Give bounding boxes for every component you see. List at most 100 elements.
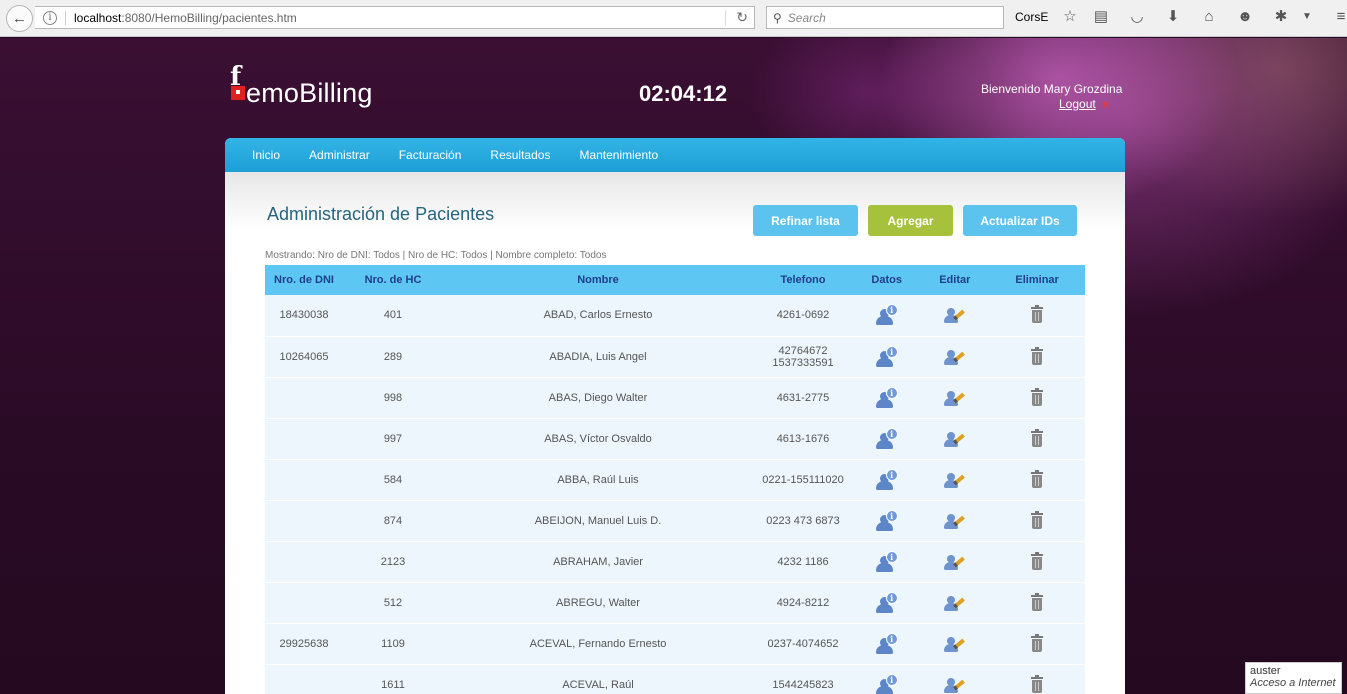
cell-phone: 0221-155111020: [762, 473, 844, 486]
edit-patient-icon[interactable]: [943, 551, 967, 573]
cell-dni: [265, 418, 343, 459]
browser-search-input[interactable]: [787, 10, 988, 25]
logout-link[interactable]: Logout: [1059, 97, 1096, 111]
info-icon[interactable]: i: [43, 10, 57, 25]
patient-info-icon[interactable]: i: [875, 591, 899, 614]
cell-delete: [989, 336, 1085, 377]
cell-name: ABEIJON, Manuel Luis D.: [534, 514, 662, 527]
cell-data: i: [853, 664, 920, 694]
cell-phone: 4631-2775: [776, 391, 830, 404]
cell-data: i: [853, 377, 920, 418]
trash-icon[interactable]: [1025, 346, 1049, 368]
menu-item-facturacion[interactable]: Facturación: [389, 138, 481, 172]
patient-info-icon[interactable]: i: [875, 304, 899, 326]
logo-text: emoBilling: [246, 78, 373, 108]
cell-data: i: [853, 295, 920, 336]
menu-icon[interactable]: ≡: [1332, 8, 1347, 26]
main-container: Inicio Administrar Facturación Resultado…: [225, 138, 1125, 694]
cell-dni: 18430038: [279, 309, 329, 322]
cell-hc: 512: [383, 596, 403, 609]
add-patient-button[interactable]: Agregar: [868, 205, 953, 236]
menu-item-administrar[interactable]: Administrar: [299, 138, 389, 172]
cell-hc: 2123: [380, 555, 406, 568]
trash-icon[interactable]: [1025, 551, 1049, 573]
patient-info-icon[interactable]: i: [875, 673, 899, 694]
edit-patient-icon[interactable]: [943, 428, 967, 450]
patient-info-icon[interactable]: i: [875, 345, 899, 368]
menu-item-inicio[interactable]: Inicio: [242, 138, 299, 172]
edit-patient-icon[interactable]: [943, 674, 967, 694]
dropdown-arrow-icon[interactable]: ▼: [1298, 8, 1316, 26]
download-icon[interactable]: ⬇: [1164, 8, 1182, 26]
address-bar[interactable]: i localhost:8080/HemoBilling/pacientes.h…: [35, 6, 755, 29]
header-hc[interactable]: Nro. de HC: [343, 265, 443, 295]
network-name: auster: [1250, 665, 1281, 677]
menu-item-mantenimiento[interactable]: Mantenimiento: [569, 138, 677, 172]
trash-icon[interactable]: [1025, 633, 1049, 655]
cell-name: ACEVAL, Raúl: [562, 678, 634, 691]
reload-icon[interactable]: ↻: [736, 9, 748, 26]
patient-info-icon[interactable]: i: [875, 427, 899, 450]
patient-info-icon[interactable]: i: [875, 509, 899, 532]
edit-patient-icon[interactable]: [943, 346, 967, 368]
patient-info-icon[interactable]: i: [875, 386, 899, 409]
bookmark-star-icon[interactable]: ☆: [1061, 8, 1079, 26]
cell-edit: [920, 623, 989, 664]
trash-icon[interactable]: [1025, 469, 1049, 491]
search-engine-label[interactable]: CorsE: [1015, 10, 1048, 24]
header-name[interactable]: Nombre: [443, 265, 753, 295]
cell-edit: [920, 418, 989, 459]
cell-name: ABAD, Carlos Ernesto: [543, 309, 653, 322]
header-dni[interactable]: Nro. de DNI: [265, 265, 343, 295]
url-path: :8080/HemoBilling/pacientes.htm: [121, 10, 297, 25]
trash-icon[interactable]: [1025, 387, 1049, 409]
edit-patient-icon[interactable]: [943, 633, 967, 655]
table-header-row: Nro. de DNI Nro. de HC Nombre Telefono D…: [265, 265, 1085, 295]
cell-dni: [265, 500, 343, 541]
filter-summary: Mostrando: Nro de DNI: Todos | Nro de HC…: [265, 250, 607, 261]
cell-edit: [920, 336, 989, 377]
trash-icon[interactable]: [1025, 304, 1049, 326]
cell-delete: [989, 377, 1085, 418]
edit-patient-icon[interactable]: [943, 510, 967, 532]
trash-icon[interactable]: [1025, 592, 1049, 614]
cell-name: ABAS, Víctor Osvaldo: [544, 432, 652, 445]
table-row: 10264065 289 ABADIA, Luis Angel 42764672…: [265, 336, 1085, 377]
cell-phone: 42764672 1537333591: [772, 344, 834, 369]
cell-phone: 0237-4074652: [767, 637, 839, 650]
header-phone[interactable]: Telefono: [753, 265, 853, 295]
home-icon[interactable]: ⌂: [1200, 8, 1218, 26]
update-ids-button[interactable]: Actualizar IDs: [963, 205, 1077, 236]
edit-patient-icon[interactable]: [943, 387, 967, 409]
pocket-icon[interactable]: ◡: [1128, 8, 1146, 26]
content-area: Administración de Pacientes Refinar list…: [225, 172, 1125, 694]
patient-info-icon[interactable]: i: [875, 632, 899, 655]
edit-patient-icon[interactable]: [943, 304, 967, 326]
cell-hc: 1611: [381, 678, 405, 691]
reading-list-icon[interactable]: ▤: [1092, 8, 1110, 26]
refine-list-button[interactable]: Refinar lista: [753, 205, 858, 236]
cell-hc: 998: [383, 391, 403, 404]
trash-icon[interactable]: [1025, 674, 1049, 694]
extension-icon[interactable]: ✱: [1272, 8, 1290, 26]
page-title: Administración de Pacientes: [267, 204, 495, 224]
logout-icon[interactable]: ×: [1102, 97, 1110, 112]
edit-patient-icon[interactable]: [943, 469, 967, 491]
cell-edit: [920, 295, 989, 336]
table-row: 1611 ACEVAL, Raúl 1544245823 i: [265, 664, 1085, 694]
back-button[interactable]: ←: [6, 5, 33, 32]
chat-icon[interactable]: ☻: [1236, 8, 1254, 26]
hemobilling-logo[interactable]: f emoBilling: [228, 62, 388, 112]
cell-phone: 4261-0692: [776, 309, 830, 322]
patient-info-icon[interactable]: i: [875, 550, 899, 573]
browser-search-box[interactable]: ⚲: [766, 6, 1004, 29]
cell-delete: [989, 295, 1085, 336]
menu-item-resultados[interactable]: Resultados: [480, 138, 569, 172]
edit-patient-icon[interactable]: [943, 592, 967, 614]
cell-phone: 4232 1186: [777, 555, 829, 568]
trash-icon[interactable]: [1025, 428, 1049, 450]
network-status: Acceso a Internet: [1250, 677, 1336, 689]
welcome-text: Bienvenido Mary Grozdina: [981, 82, 1123, 96]
trash-icon[interactable]: [1025, 510, 1049, 532]
patient-info-icon[interactable]: i: [875, 468, 899, 491]
